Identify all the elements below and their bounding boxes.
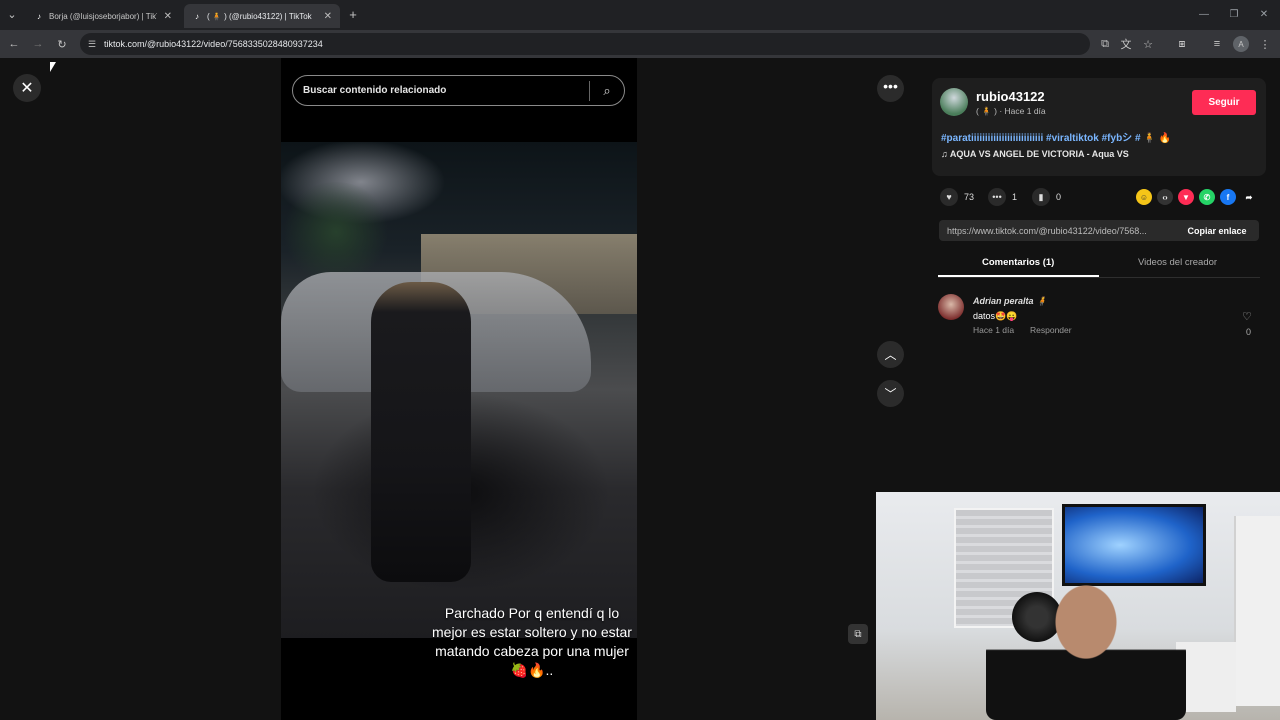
bookmark-icon: ▮ bbox=[1032, 188, 1050, 206]
webcam-overlay bbox=[876, 492, 1280, 720]
search-input[interactable]: Buscar contenido relacionado bbox=[293, 85, 589, 96]
commenter-name[interactable]: Adrian peralta 🧍 bbox=[973, 296, 1047, 307]
comment-icon: ••• bbox=[988, 188, 1006, 206]
reload-icon[interactable]: ↻ bbox=[54, 36, 70, 52]
follow-button[interactable]: Seguir bbox=[1192, 90, 1256, 115]
video-trees bbox=[281, 182, 391, 282]
action-bar: ♥ 73 ••• 1 ▮ 0 ☺ ‹› ▼ ✆ f ➦ bbox=[940, 188, 1270, 206]
heart-icon: ♥ bbox=[940, 188, 958, 206]
browser-menu-icon[interactable]: ⋮ bbox=[1257, 36, 1273, 52]
browser-toolbar: ← → ↻ ☰ tiktok.com/@rubio43122/video/756… bbox=[0, 30, 1280, 58]
back-icon[interactable]: ← bbox=[6, 36, 22, 52]
mini-player-icon[interactable]: ⧉ bbox=[848, 624, 868, 644]
close-tab-icon[interactable]: ✕ bbox=[324, 11, 332, 22]
previous-video-button[interactable]: ︿ bbox=[877, 341, 904, 368]
tiktok-icon: ♪ bbox=[37, 11, 41, 21]
comment-like-icon[interactable]: ♡ bbox=[1242, 310, 1252, 323]
music-note-icon: ♫ bbox=[941, 149, 950, 159]
tab-title: Borja (@luisjoseborjabor) | TikT bbox=[49, 11, 157, 21]
restore-icon[interactable]: ❐ bbox=[1226, 6, 1242, 22]
site-info-icon[interactable]: ☰ bbox=[88, 39, 96, 50]
install-app-icon[interactable]: ⧉ bbox=[1097, 36, 1113, 52]
emoji-share-icon[interactable]: ☺ bbox=[1136, 189, 1152, 205]
room-door bbox=[1234, 516, 1280, 706]
video-frame: Parchado Por q entendí q lo mejor es est… bbox=[281, 142, 637, 678]
mouse-cursor-icon bbox=[50, 62, 56, 72]
share-link-box: https://www.tiktok.com/@rubio43122/video… bbox=[939, 220, 1259, 241]
creator-avatar[interactable] bbox=[940, 88, 968, 116]
facebook-icon[interactable]: f bbox=[1220, 189, 1236, 205]
streamer-figure bbox=[986, 562, 1186, 720]
close-window-icon[interactable]: ✕ bbox=[1256, 6, 1272, 22]
send-friends-icon[interactable]: ▼ bbox=[1178, 189, 1194, 205]
music-info[interactable]: ♫ AQUA VS ANGEL DE VICTORIA - Aqua VS bbox=[941, 149, 1129, 159]
tab-comments[interactable]: Comentarios (1) bbox=[982, 257, 1054, 268]
search-icon[interactable]: ⌕ bbox=[590, 83, 624, 99]
reply-button[interactable]: Responder bbox=[1030, 325, 1072, 335]
video-caption: Parchado Por q entendí q lo mejor es est… bbox=[432, 605, 632, 678]
url-text: tiktok.com/@rubio43122/video/75683350284… bbox=[104, 39, 323, 49]
creator-meta: ( 🧍 ) · Hace 1 día bbox=[976, 106, 1046, 116]
next-video-button[interactable]: ﹀ bbox=[877, 380, 904, 407]
active-tab-indicator bbox=[938, 275, 1099, 277]
minimize-icon[interactable]: — bbox=[1196, 6, 1212, 22]
save-button[interactable]: ▮ 0 bbox=[1032, 188, 1061, 206]
related-search-bar[interactable]: Buscar contenido relacionado ⌕ bbox=[292, 75, 625, 106]
save-count: 0 bbox=[1056, 192, 1062, 202]
creator-username[interactable]: rubio43122 bbox=[976, 89, 1045, 104]
comment-count: 1 bbox=[1012, 192, 1018, 202]
commenter-avatar[interactable] bbox=[938, 294, 964, 320]
embed-icon[interactable]: ‹› bbox=[1157, 189, 1173, 205]
new-tab-button[interactable]: + bbox=[345, 6, 361, 22]
media-control-icon[interactable]: ≡ bbox=[1209, 36, 1225, 52]
close-video-button[interactable]: ✕ bbox=[13, 74, 41, 102]
tab-title: ( 🧍 ) (@rubio43122) | TikTok bbox=[207, 11, 312, 21]
whatsapp-icon[interactable]: ✆ bbox=[1199, 189, 1215, 205]
tiktok-icon: ♪ bbox=[195, 11, 199, 21]
like-count: 73 bbox=[964, 192, 975, 202]
comment-text: datos🤩😛 bbox=[973, 311, 1018, 321]
creator-card: rubio43122 ( 🧍 ) · Hace 1 día Seguir #pa… bbox=[932, 78, 1266, 176]
more-options-button[interactable]: ••• bbox=[877, 75, 904, 102]
video-player[interactable]: Parchado Por q entendí q lo mejor es est… bbox=[281, 58, 637, 720]
video-hashtags[interactable]: #paratiiiiiiiiiiiiiiiiiiiiiiiiii #viralt… bbox=[941, 129, 1171, 144]
share-link-url[interactable]: https://www.tiktok.com/@rubio43122/video… bbox=[939, 226, 1175, 236]
browser-tab-rubio[interactable]: ♪ ( 🧍 ) (@rubio43122) | TikTok ✕ bbox=[184, 4, 340, 28]
bookmark-star-icon[interactable]: ☆ bbox=[1140, 36, 1156, 52]
panel-tabs: Comentarios (1) Videos del creador bbox=[938, 254, 1260, 278]
tab-creator-videos[interactable]: Videos del creador bbox=[1138, 257, 1217, 268]
share-arrow-icon[interactable]: ➦ bbox=[1241, 189, 1257, 205]
like-button[interactable]: ♥ 73 bbox=[940, 188, 974, 206]
address-bar[interactable]: ☰ tiktok.com/@rubio43122/video/756833502… bbox=[80, 33, 1090, 55]
copy-link-button[interactable]: Copiar enlace bbox=[1175, 226, 1259, 236]
close-tab-icon[interactable]: ✕ bbox=[164, 11, 172, 22]
video-person bbox=[371, 282, 471, 582]
browser-tab-borja[interactable]: ♪ Borja (@luisjoseborjabor) | TikT ✕ bbox=[26, 4, 180, 28]
music-title: AQUA VS ANGEL DE VICTORIA - Aqua VS bbox=[949, 149, 1129, 159]
translate-icon[interactable]: 文 bbox=[1118, 36, 1134, 52]
comment-item: Adrian peralta 🧍 datos🤩😛 Hace 1 día Resp… bbox=[938, 294, 1258, 344]
comment-like-count: 0 bbox=[1246, 327, 1252, 337]
forward-icon[interactable]: → bbox=[30, 36, 46, 52]
comment-button[interactable]: ••• 1 bbox=[988, 188, 1017, 206]
browser-tab-bar: ⌄ ♪ Borja (@luisjoseborjabor) | TikT ✕ ♪… bbox=[0, 0, 1280, 30]
comment-time: Hace 1 día bbox=[973, 325, 1015, 335]
extensions-icon[interactable]: ⧆ bbox=[1174, 36, 1190, 52]
tab-search-icon[interactable]: ⌄ bbox=[4, 6, 20, 22]
profile-avatar-icon[interactable]: A bbox=[1233, 36, 1249, 52]
